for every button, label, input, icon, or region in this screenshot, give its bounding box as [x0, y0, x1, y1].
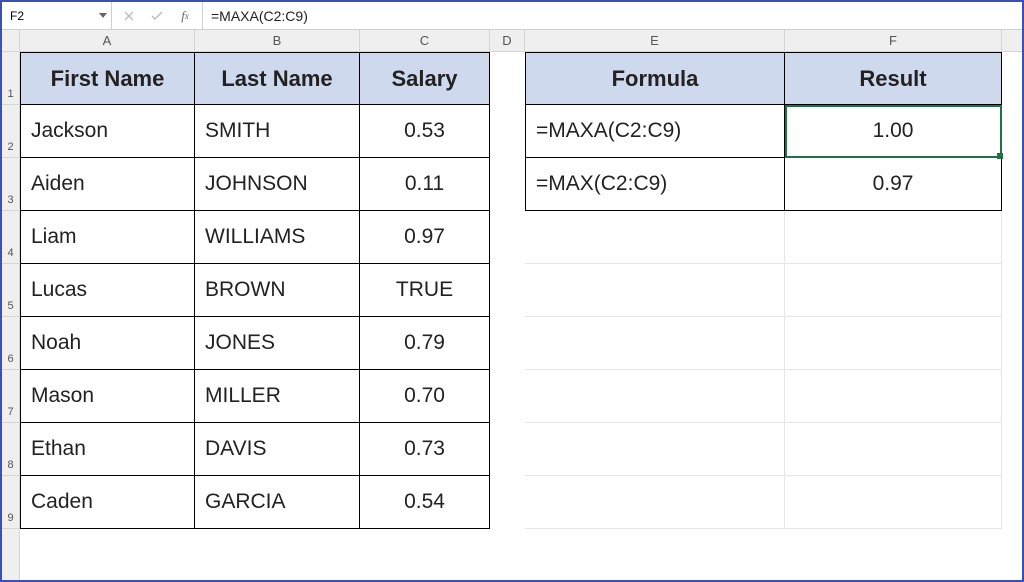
cancel-icon[interactable] — [122, 9, 136, 23]
column-header[interactable]: E — [525, 30, 785, 51]
empty-cell[interactable] — [490, 317, 525, 370]
data-cell[interactable]: Noah — [20, 317, 195, 370]
corner-cell[interactable] — [2, 30, 19, 52]
empty-cell[interactable] — [785, 476, 1002, 529]
empty-cell[interactable] — [525, 423, 785, 476]
data-cell[interactable]: DAVIS — [195, 423, 360, 476]
row-header[interactable]: 9 — [2, 476, 19, 529]
data-cell[interactable]: Lucas — [20, 264, 195, 317]
empty-cell[interactable] — [490, 52, 525, 105]
row-header[interactable]: 6 — [2, 317, 19, 370]
data-cell[interactable]: JONES — [195, 317, 360, 370]
row-header[interactable]: 2 — [2, 105, 19, 158]
check-icon[interactable] — [150, 9, 164, 23]
table-row: Aiden JOHNSON 0.11 =MAX(C2:C9) 0.97 — [20, 158, 1022, 211]
data-cell[interactable]: 0.79 — [360, 317, 490, 370]
data-cell[interactable]: 0.97 — [785, 158, 1002, 211]
column-header[interactable]: B — [195, 30, 360, 51]
formula-bar-controls: fx — [112, 2, 203, 29]
column-headers: A B C D E F — [20, 30, 1022, 52]
spreadsheet-grid[interactable]: 1 2 3 4 5 6 7 8 9 A B C D E F First Name… — [2, 30, 1022, 580]
data-cell[interactable]: TRUE — [360, 264, 490, 317]
column-header[interactable]: F — [785, 30, 1002, 51]
data-cell[interactable]: Liam — [20, 211, 195, 264]
row-number-column: 1 2 3 4 5 6 7 8 9 — [2, 30, 20, 580]
empty-cell[interactable] — [490, 423, 525, 476]
data-cell[interactable]: JOHNSON — [195, 158, 360, 211]
empty-cell[interactable] — [490, 158, 525, 211]
data-cell[interactable]: GARCIA — [195, 476, 360, 529]
table-row: Noah JONES 0.79 — [20, 317, 1022, 370]
data-cell[interactable]: =MAXA(C2:C9) — [525, 105, 785, 158]
row-header[interactable]: 3 — [2, 158, 19, 211]
empty-cell[interactable] — [785, 264, 1002, 317]
empty-cell[interactable] — [490, 476, 525, 529]
data-cell[interactable]: WILLIAMS — [195, 211, 360, 264]
data-cell[interactable]: 0.70 — [360, 370, 490, 423]
column-header[interactable]: D — [490, 30, 525, 51]
empty-cell[interactable] — [785, 317, 1002, 370]
data-cell[interactable]: 0.11 — [360, 158, 490, 211]
formula-bar: F2 fx =MAXA(C2:C9) — [2, 2, 1022, 30]
data-cell[interactable]: 0.54 — [360, 476, 490, 529]
data-cell[interactable]: Aiden — [20, 158, 195, 211]
formula-input[interactable]: =MAXA(C2:C9) — [203, 2, 1022, 29]
table-row: Jackson SMITH 0.53 =MAXA(C2:C9) 1.00 — [20, 105, 1022, 158]
data-cell[interactable]: 0.53 — [360, 105, 490, 158]
empty-cell[interactable] — [785, 211, 1002, 264]
header-cell-first-name[interactable]: First Name — [20, 52, 195, 105]
column-header[interactable]: A — [20, 30, 195, 51]
data-cell[interactable]: =MAX(C2:C9) — [525, 158, 785, 211]
row-header[interactable]: 8 — [2, 423, 19, 476]
table-row: Liam WILLIAMS 0.97 — [20, 211, 1022, 264]
column-header[interactable]: C — [360, 30, 490, 51]
empty-cell[interactable] — [525, 317, 785, 370]
header-cell-salary[interactable]: Salary — [360, 52, 490, 105]
empty-cell[interactable] — [490, 264, 525, 317]
table-row: Ethan DAVIS 0.73 — [20, 423, 1022, 476]
formula-text: =MAXA(C2:C9) — [211, 8, 308, 24]
row-header[interactable]: 1 — [2, 52, 19, 105]
data-cell[interactable]: Mason — [20, 370, 195, 423]
data-cell[interactable]: 0.73 — [360, 423, 490, 476]
empty-cell[interactable] — [785, 423, 1002, 476]
data-cell[interactable]: Jackson — [20, 105, 195, 158]
name-box-value: F2 — [10, 9, 24, 23]
empty-cell[interactable] — [490, 370, 525, 423]
header-cell-result[interactable]: Result — [785, 52, 1002, 105]
data-cell[interactable]: MILLER — [195, 370, 360, 423]
empty-cell[interactable] — [490, 211, 525, 264]
row-header[interactable]: 7 — [2, 370, 19, 423]
data-cell[interactable]: BROWN — [195, 264, 360, 317]
table-row: Caden GARCIA 0.54 — [20, 476, 1022, 529]
chevron-down-icon[interactable] — [99, 13, 107, 18]
data-cell[interactable]: SMITH — [195, 105, 360, 158]
table-row: Mason MILLER 0.70 — [20, 370, 1022, 423]
table-row: First Name Last Name Salary Formula Resu… — [20, 52, 1022, 105]
empty-cell[interactable] — [525, 211, 785, 264]
data-cell[interactable]: 0.97 — [360, 211, 490, 264]
name-box[interactable]: F2 — [2, 2, 112, 29]
data-cell[interactable]: Ethan — [20, 423, 195, 476]
row-header[interactable]: 5 — [2, 264, 19, 317]
empty-cell[interactable] — [525, 264, 785, 317]
empty-cell[interactable] — [525, 370, 785, 423]
header-cell-formula[interactable]: Formula — [525, 52, 785, 105]
header-cell-last-name[interactable]: Last Name — [195, 52, 360, 105]
row-header[interactable]: 4 — [2, 211, 19, 264]
data-cell[interactable]: Caden — [20, 476, 195, 529]
table-row: Lucas BROWN TRUE — [20, 264, 1022, 317]
empty-cell[interactable] — [525, 476, 785, 529]
empty-cell[interactable] — [490, 105, 525, 158]
empty-cell[interactable] — [785, 370, 1002, 423]
data-cell[interactable]: 1.00 — [785, 105, 1002, 158]
fx-icon[interactable]: fx — [178, 9, 192, 23]
